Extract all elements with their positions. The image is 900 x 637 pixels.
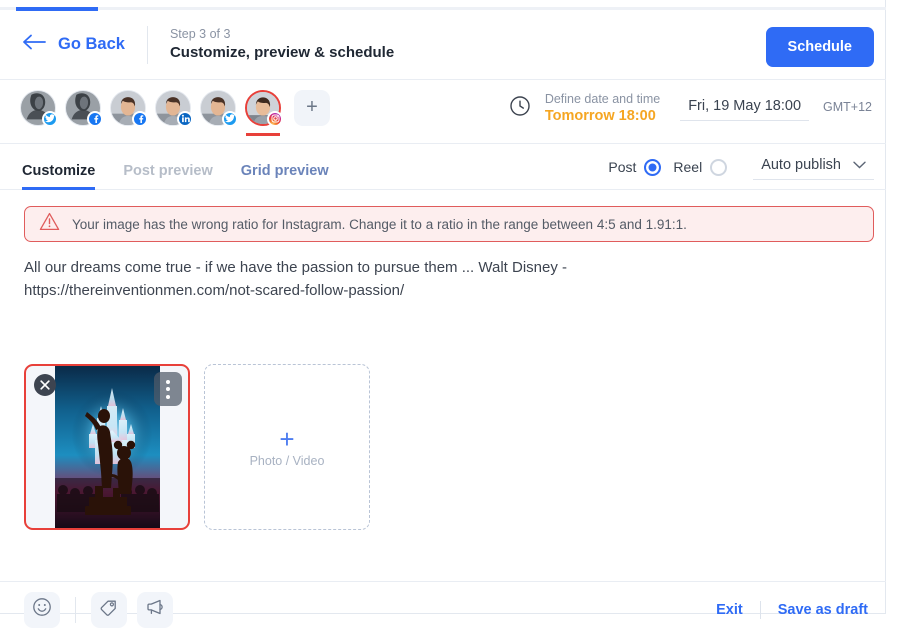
add-media-button[interactable]: + Photo / Video — [204, 364, 370, 530]
account-avatar-twitter-1[interactable] — [20, 89, 58, 135]
datetime-labels: Define date and time Tomorrow 18:00 — [545, 91, 660, 126]
tools-divider — [75, 596, 76, 623]
media-attachments: + Photo / Video — [24, 364, 370, 530]
reel-radio-label: Reel — [673, 159, 703, 175]
promote-button[interactable] — [137, 591, 173, 628]
publish-mode-select[interactable]: Auto publish — [753, 154, 874, 180]
tab-grid-preview[interactable]: Grid preview — [241, 163, 329, 190]
wizard-header: Go Back Step 3 of 3 Customize, preview &… — [0, 10, 886, 80]
caption-text[interactable]: All our dreams come true - if we have th… — [24, 256, 664, 302]
add-media-label: Photo / Video — [249, 454, 325, 468]
linkedin-icon — [177, 110, 193, 127]
accounts-row: + Define date and time Tomorrow 18:00 Fr… — [0, 81, 886, 144]
image-ratio-warning: Your image has the wrong ratio for Insta… — [24, 206, 874, 242]
emoji-button[interactable] — [24, 591, 60, 628]
facebook-icon — [87, 110, 103, 127]
arrow-left-icon — [22, 34, 47, 55]
close-icon[interactable] — [34, 374, 56, 396]
post-radio[interactable] — [644, 158, 662, 176]
chevron-down-icon — [853, 157, 866, 173]
attachment-thumbnail — [55, 366, 160, 528]
tag-icon — [99, 597, 119, 622]
go-back-label: Go Back — [58, 35, 125, 53]
schedule-button[interactable]: Schedule — [765, 27, 874, 67]
media-attachment-card[interactable] — [24, 364, 190, 530]
define-date-label: Define date and time — [544, 92, 661, 106]
twitter-icon — [42, 110, 58, 127]
publish-mode-value: Auto publish — [761, 157, 841, 173]
warning-triangle-icon — [39, 212, 60, 236]
step-count: Step 3 of 3 — [169, 26, 231, 41]
timezone-label: GMT+12 — [823, 99, 872, 114]
footer-actions: Exit Save as draft — [716, 600, 868, 619]
add-account-button[interactable]: + — [294, 89, 330, 126]
account-avatars: + — [20, 89, 330, 136]
account-avatar-instagram-1[interactable] — [245, 89, 283, 136]
tab-customize[interactable]: Customize — [22, 163, 96, 190]
account-avatar-twitter-2[interactable] — [200, 89, 238, 135]
post-type-toggle: Post Reel Auto publish — [608, 154, 874, 180]
post-radio-label: Post — [608, 159, 637, 175]
warning-text: Your image has the wrong ratio for Insta… — [72, 216, 687, 232]
account-avatar-facebook-2[interactable] — [110, 89, 148, 135]
post-radio-option[interactable]: Post — [608, 158, 662, 176]
exit-button[interactable]: Exit — [716, 602, 743, 618]
header-divider — [146, 25, 148, 64]
relative-time-label: Tomorrow 18:00 — [544, 108, 656, 125]
plus-icon: + — [279, 424, 295, 454]
step-block: Step 3 of 3 Customize, preview & schedul… — [170, 26, 394, 63]
facebook-icon — [132, 110, 148, 127]
account-avatar-facebook-1[interactable] — [65, 89, 103, 135]
reel-radio[interactable] — [710, 158, 728, 176]
save-as-draft-button[interactable]: Save as draft — [778, 602, 868, 618]
tag-button[interactable] — [91, 591, 127, 628]
schedule-datetime: Define date and time Tomorrow 18:00 Fri,… — [509, 91, 872, 126]
page-title: Customize, preview & schedule — [169, 43, 395, 61]
datetime-input[interactable]: Fri, 19 May 18:00 — [680, 96, 810, 122]
instagram-icon — [267, 110, 283, 127]
clock-icon — [509, 95, 531, 122]
account-avatar-linkedin-1[interactable] — [155, 89, 193, 135]
twitter-icon — [222, 110, 238, 127]
emoji-icon — [32, 597, 52, 622]
footer-divider — [759, 600, 761, 619]
go-back-button[interactable]: Go Back — [22, 34, 125, 55]
more-options-icon[interactable] — [154, 372, 182, 406]
composer-footer: Exit Save as draft — [0, 581, 886, 637]
tabs-row: Customize Post preview Grid preview Post… — [0, 145, 886, 190]
reel-radio-option[interactable]: Reel — [673, 158, 728, 176]
preview-tabs: Customize Post preview Grid preview — [22, 145, 329, 190]
scheduler-page: Go Back Step 3 of 3 Customize, preview &… — [0, 0, 900, 637]
composer-tools — [24, 591, 173, 628]
megaphone-icon — [145, 597, 165, 622]
tab-post-preview[interactable]: Post preview — [123, 163, 212, 190]
